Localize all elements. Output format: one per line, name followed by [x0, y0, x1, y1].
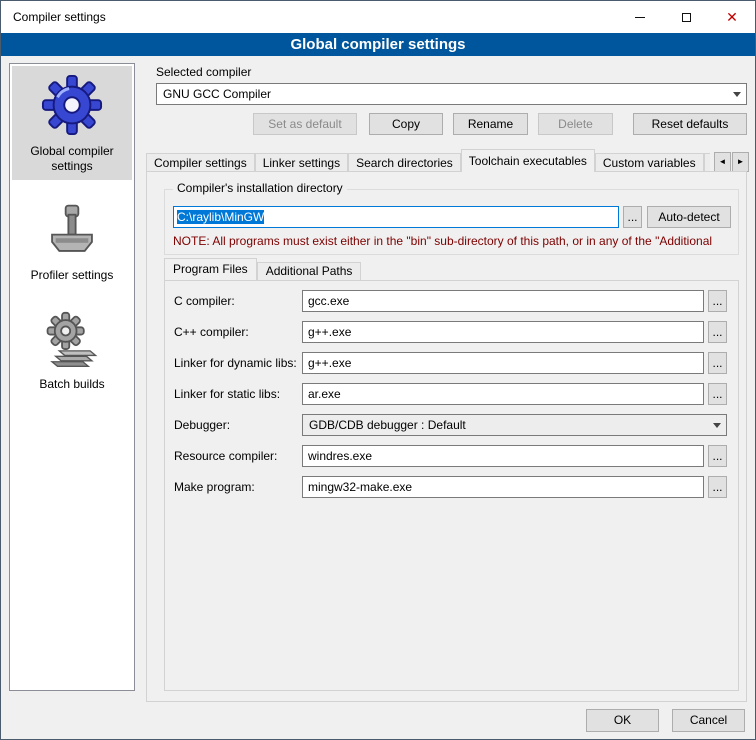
profiler-tool-icon	[43, 202, 101, 260]
tab-program-files[interactable]: Program Files	[164, 258, 257, 280]
installation-directory-input[interactable]: C:\raylib\MinGW	[173, 206, 619, 228]
close-icon: ✕	[726, 10, 738, 24]
cpp-compiler-input[interactable]	[302, 321, 704, 343]
debugger-select-value: GDB/CDB debugger : Default	[309, 418, 466, 432]
title-bar: Compiler settings ✕	[1, 1, 755, 33]
chevron-down-icon	[728, 85, 745, 103]
tab-search-directories[interactable]: Search directories	[348, 153, 461, 172]
browse-directory-button[interactable]: ...	[623, 206, 642, 228]
cpp-compiler-label: C++ compiler:	[174, 321, 249, 343]
settings-sidebar: Global compiler settings Profiler settin…	[9, 63, 135, 691]
dynamic-linker-label: Linker for dynamic libs:	[174, 352, 297, 374]
tab-scroll-right-button[interactable]: ►	[732, 152, 749, 172]
cancel-button[interactable]: Cancel	[672, 709, 745, 732]
left-arrow-icon: ◄	[719, 157, 727, 166]
c-compiler-label: C compiler:	[174, 290, 235, 312]
reset-defaults-button[interactable]: Reset defaults	[633, 113, 747, 135]
static-linker-label: Linker for static libs:	[174, 383, 280, 405]
blue-gear-icon	[41, 74, 103, 136]
tab-compiler-settings[interactable]: Compiler settings	[146, 153, 255, 172]
tab-build-options[interactable]: Buil	[704, 153, 710, 172]
dynamic-linker-input[interactable]	[302, 352, 704, 374]
browse-button[interactable]: ...	[708, 445, 727, 467]
sidebar-item-label: Global compiler settings	[30, 144, 113, 173]
minimize-icon	[635, 17, 645, 18]
main-tab-strip: Compiler settingsLinker settingsSearch d…	[146, 149, 749, 172]
copy-button[interactable]: Copy	[369, 113, 443, 135]
browse-button[interactable]: ...	[708, 352, 727, 374]
auto-detect-button[interactable]: Auto-detect	[647, 206, 731, 228]
browse-button[interactable]: ...	[708, 476, 727, 498]
minimize-button[interactable]	[617, 1, 663, 33]
c-compiler-input[interactable]	[302, 290, 704, 312]
resource-compiler-label: Resource compiler:	[174, 445, 277, 467]
set-as-default-button[interactable]: Set as default	[253, 113, 357, 135]
installation-note: NOTE: All programs must exist either in …	[173, 234, 735, 248]
sidebar-item-label: Batch builds	[39, 377, 104, 391]
maximize-icon	[682, 13, 691, 22]
installation-directory-group-title: Compiler's installation directory	[173, 181, 347, 195]
resource-compiler-input[interactable]	[302, 445, 704, 467]
tab-scroll-controls: ◄ ►	[713, 152, 749, 172]
program-files-panel: C compiler: ... C++ compiler: ... Linker…	[164, 280, 739, 691]
browse-button[interactable]: ...	[708, 290, 727, 312]
ok-button[interactable]: OK	[586, 709, 659, 732]
close-button[interactable]: ✕	[709, 1, 755, 33]
static-linker-input[interactable]	[302, 383, 704, 405]
sidebar-item-global-compiler-settings[interactable]: Global compiler settings	[12, 66, 132, 180]
browse-button[interactable]: ...	[708, 321, 727, 343]
make-program-label: Make program:	[174, 476, 255, 498]
maximize-button[interactable]	[663, 1, 709, 33]
tab-custom-variables[interactable]: Custom variables	[595, 153, 704, 172]
page-title: Global compiler settings	[1, 33, 755, 56]
window-title: Compiler settings	[13, 1, 106, 33]
sidebar-item-batch-builds[interactable]: Batch builds	[12, 303, 132, 398]
tab-scroll-left-button[interactable]: ◄	[714, 152, 731, 172]
tab-list: Compiler settingsLinker settingsSearch d…	[146, 149, 710, 172]
tab-toolchain-executables[interactable]: Toolchain executables	[461, 149, 595, 172]
window-controls: ✕	[617, 1, 755, 33]
compiler-settings-dialog: Compiler settings ✕ Global compiler sett…	[0, 0, 756, 740]
selected-path-text: C:\raylib\MinGW	[177, 210, 264, 224]
program-files-tab-strip: Program FilesAdditional Paths	[164, 258, 361, 280]
gray-gear-stack-icon	[43, 311, 101, 369]
tab-linker-settings[interactable]: Linker settings	[255, 153, 348, 172]
debugger-label: Debugger:	[174, 414, 230, 436]
right-arrow-icon: ►	[737, 157, 745, 166]
debugger-select[interactable]: GDB/CDB debugger : Default	[302, 414, 727, 436]
rename-button[interactable]: Rename	[453, 113, 528, 135]
selected-compiler-label: Selected compiler	[156, 65, 251, 79]
tab-additional-paths[interactable]: Additional Paths	[257, 262, 362, 280]
sidebar-item-label: Profiler settings	[31, 268, 114, 282]
make-program-input[interactable]	[302, 476, 704, 498]
sidebar-item-profiler-settings[interactable]: Profiler settings	[12, 194, 132, 289]
delete-button[interactable]: Delete	[538, 113, 613, 135]
toolchain-executables-panel: Compiler's installation directory C:\ray…	[146, 171, 747, 702]
browse-button[interactable]: ...	[708, 383, 727, 405]
compiler-select-value: GNU GCC Compiler	[163, 87, 271, 101]
chevron-down-icon	[708, 416, 725, 434]
compiler-select[interactable]: GNU GCC Compiler	[156, 83, 747, 105]
